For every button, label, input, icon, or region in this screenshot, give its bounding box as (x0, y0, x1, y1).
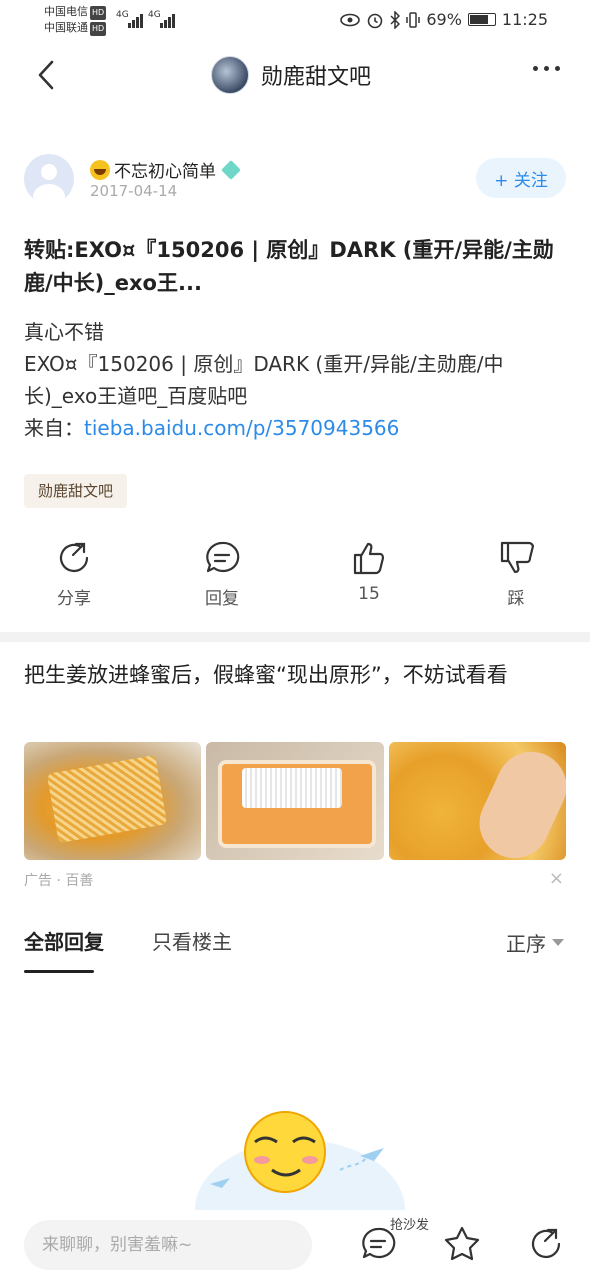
post-line-2: EXO¤『150206 | 原创』DARK (重开/异能/主勋鹿/中长)_exo… (24, 352, 504, 408)
post-actions: 分享 回复 15 踩 (0, 538, 590, 609)
network-type-1: 4G (116, 10, 129, 20)
alarm-icon (368, 13, 383, 28)
thumbs-up-icon (353, 542, 385, 575)
battery-percent: 69% (426, 10, 462, 29)
comment-icon[interactable] (358, 1224, 398, 1264)
eye-icon (340, 13, 361, 26)
signal-icon-1 (128, 12, 143, 28)
post-link[interactable]: tieba.baidu.com/p/3570943566 (84, 416, 399, 440)
forum-avatar (211, 56, 249, 94)
tab-op-only[interactable]: 只看楼主 (152, 926, 232, 955)
member-gem-icon (221, 159, 241, 180)
share-button[interactable]: 分享 (34, 538, 114, 609)
post-body: 真心不错 EXO¤『150206 | 原创』DARK (重开/异能/主勋鹿/中长… (24, 316, 570, 444)
forum-tag[interactable]: 勋鹿甜文吧 (24, 474, 128, 508)
active-tab-indicator (24, 970, 94, 973)
post-title: 转贴:EXO¤『150206 | 原创』DARK (重开/异能/主勋鹿/中长)_… (24, 238, 554, 295)
tab-all-replies[interactable]: 全部回复 (24, 926, 104, 955)
thumbs-down-icon (500, 541, 535, 574)
author-name[interactable]: 不忘初心简单 (90, 157, 241, 182)
share-icon[interactable] (526, 1224, 566, 1264)
share-icon (59, 542, 89, 573)
grin-emoji-icon (90, 159, 110, 180)
ad-image-honey-finger[interactable] (388, 742, 566, 860)
forum-header[interactable]: 勋鹿甜文吧 (211, 56, 371, 94)
ad-title[interactable]: 把生姜放进蜂蜜后，假蜂蜜“现出原形”，不妨试看看 (24, 656, 570, 694)
battery-icon (467, 13, 496, 26)
network-type-2: 4G (148, 10, 161, 20)
post-author: 不忘初心简单 2017-04-14 + 关注 (24, 154, 566, 204)
dislike-button[interactable]: 踩 (476, 538, 556, 609)
bluetooth-icon (390, 10, 401, 29)
empty-replies-illustration (195, 1111, 405, 1210)
ad-close-icon[interactable]: × (549, 868, 564, 889)
vibrate-icon (406, 11, 421, 28)
like-button[interactable]: 15 (329, 538, 409, 604)
ad-source: 广告 · 百善 (24, 873, 94, 889)
more-options-icon[interactable] (533, 66, 560, 71)
clock: 11:25 (501, 10, 548, 29)
post-source: 来自：tieba.baidu.com/p/3570943566 (24, 416, 400, 440)
sort-toggle[interactable]: 正序 (506, 928, 564, 957)
reply-button[interactable]: 回复 (182, 538, 262, 609)
forum-title: 勋鹿甜文吧 (261, 65, 372, 90)
star-icon[interactable] (442, 1224, 482, 1264)
post-date: 2017-04-14 (90, 182, 178, 200)
post-line-1: 真心不错 (24, 320, 104, 344)
caret-down-icon (552, 939, 564, 946)
ad-image-honey-plate[interactable] (206, 742, 384, 860)
comment-icon (206, 541, 240, 573)
carrier-1: 中国电信 HD (44, 5, 107, 20)
back-arrow-icon[interactable] (30, 58, 64, 92)
status-bar: 中国电信 HD 中国联通 HD 4G 4G 69% 11:25 (0, 0, 590, 42)
ad-image-honeycomb[interactable] (24, 742, 202, 860)
top-bar: 勋鹿甜文吧 (0, 48, 590, 104)
reply-input[interactable]: 来聊聊，别害羞嘛~ (24, 1220, 312, 1270)
reply-tabs: 全部回复 只看楼主 (24, 926, 570, 976)
signal-icon-2 (160, 12, 175, 28)
follow-button[interactable]: + 关注 (476, 158, 566, 198)
section-divider (0, 632, 590, 642)
avatar[interactable] (24, 154, 74, 204)
bottom-bar: 来聊聊，别害羞嘛~ 抢沙发 (0, 1210, 590, 1280)
carrier-2: 中国联通 HD (44, 21, 107, 36)
ad-images[interactable] (24, 742, 566, 860)
